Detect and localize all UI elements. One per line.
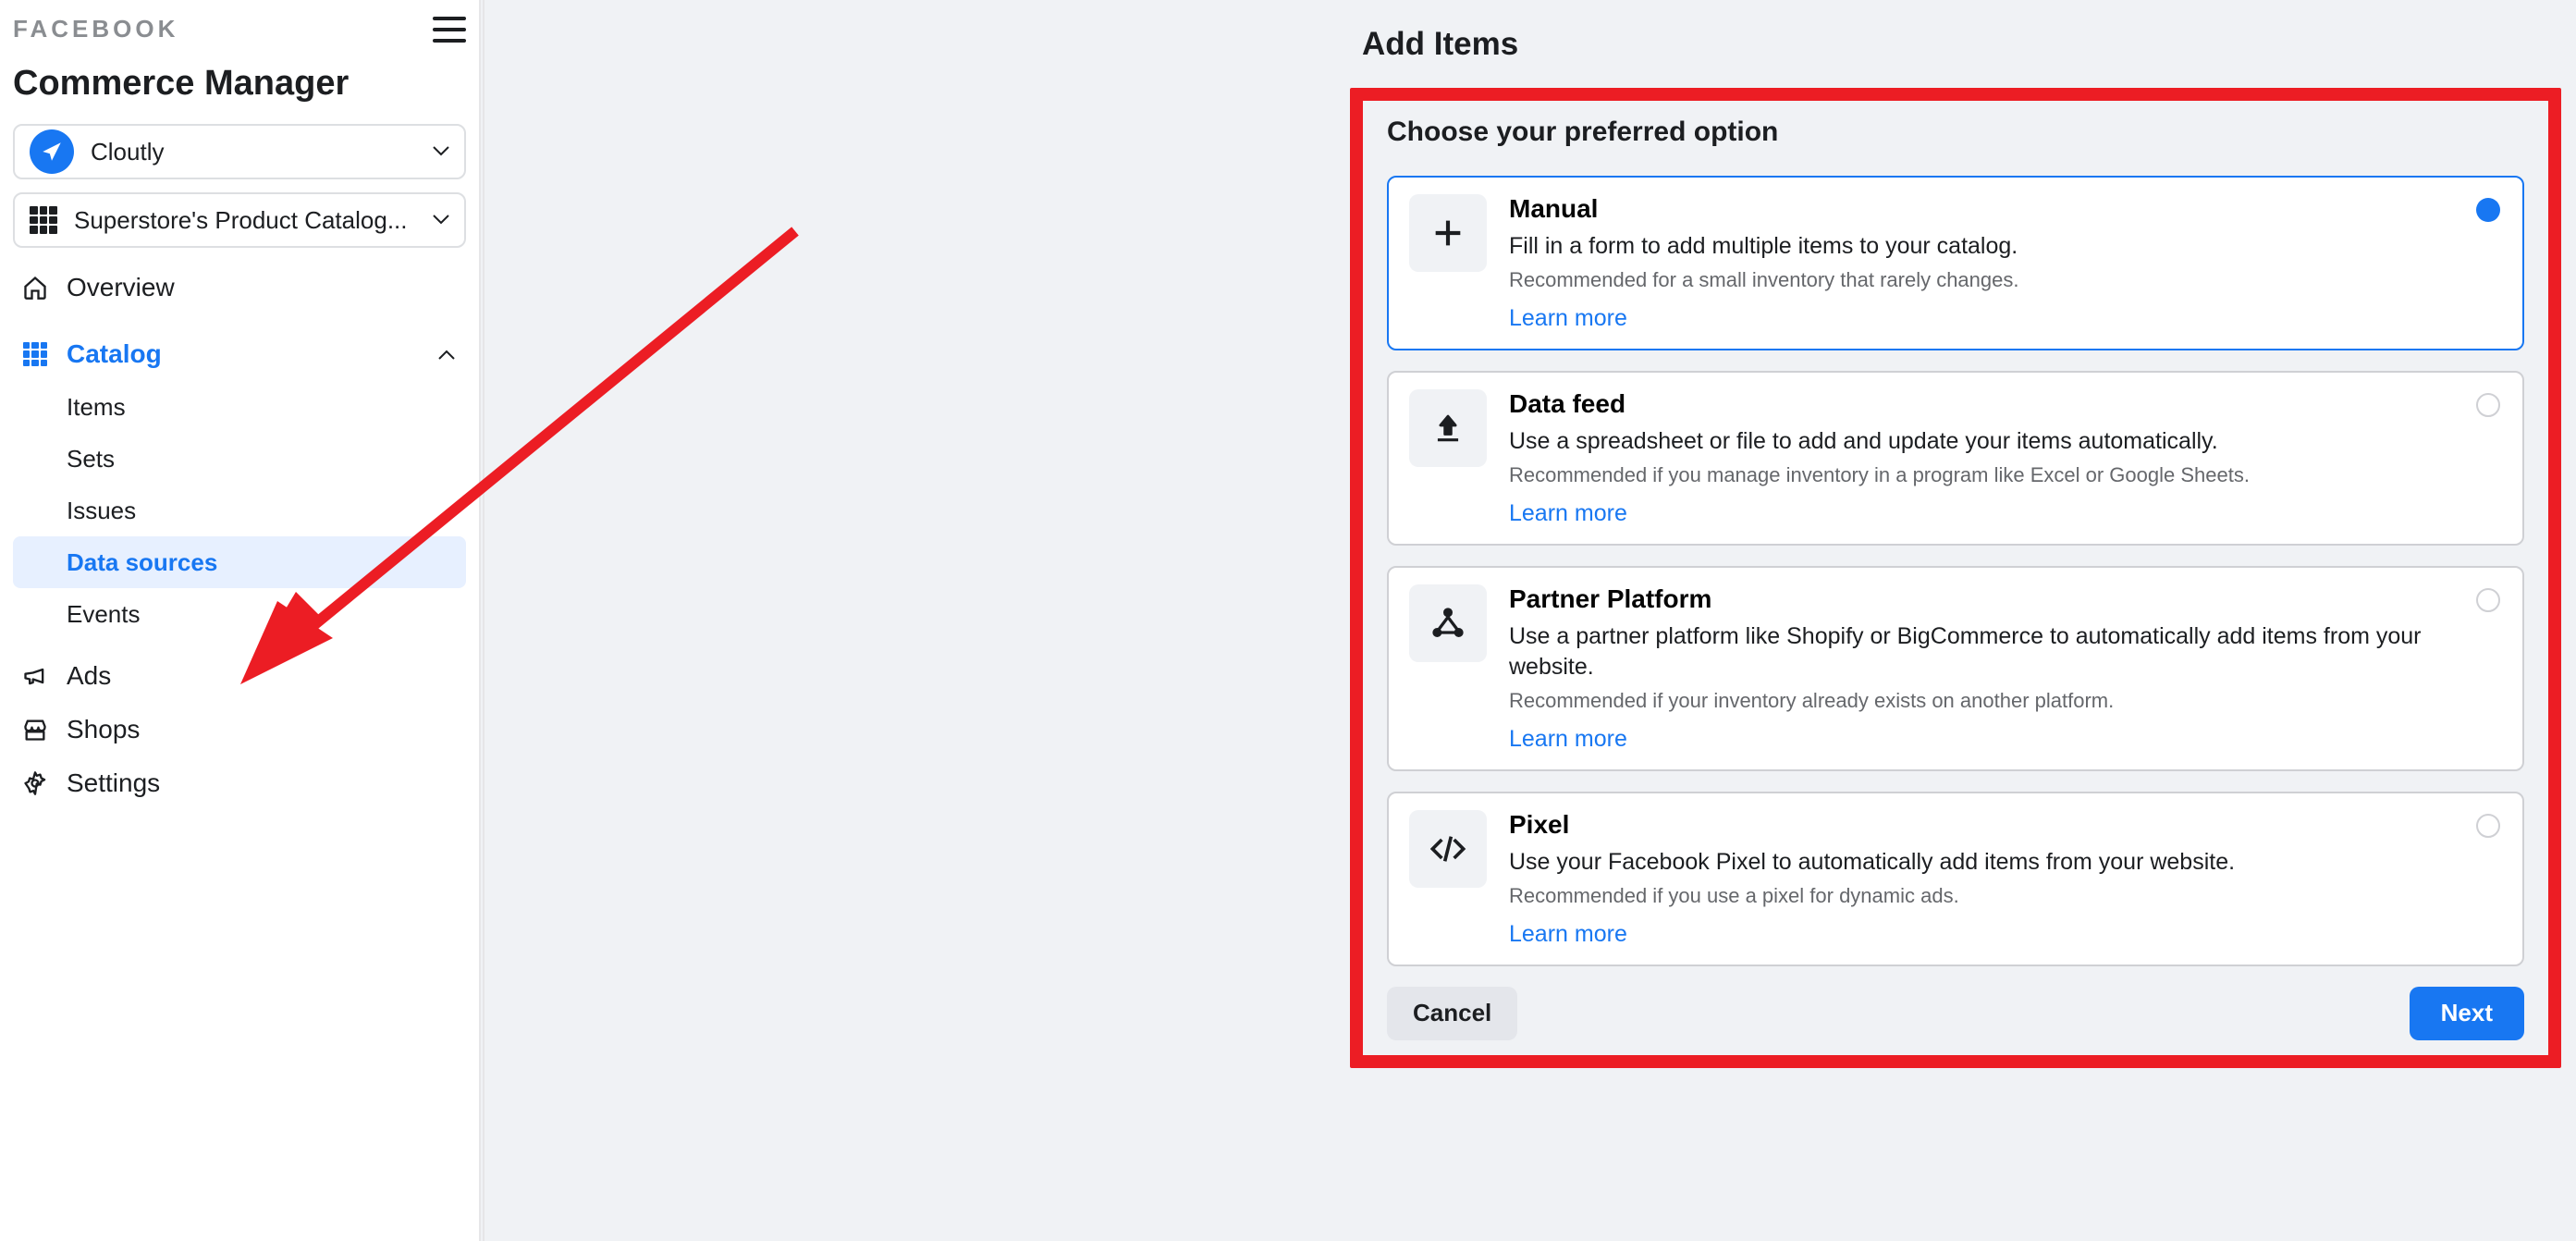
subnav-issues-label: Issues — [67, 497, 136, 525]
radio-unselected-icon — [2476, 588, 2500, 612]
next-button[interactable]: Next — [2410, 987, 2524, 1040]
business-avatar-icon — [30, 129, 74, 174]
dialog-panel: Choose your preferred option Manual Fill… — [1387, 117, 2524, 1040]
chevron-down-icon — [433, 146, 449, 157]
option-manual-rec: Recommended for a small inventory that r… — [1509, 268, 2502, 292]
option-feed-learn[interactable]: Learn more — [1509, 500, 1627, 527]
option-manual[interactable]: Manual Fill in a form to add multiple it… — [1387, 176, 2524, 350]
nav-settings-label: Settings — [67, 768, 160, 798]
nav-catalog-sub: Items Sets Issues Data sources Events — [13, 381, 466, 640]
radio-unselected-icon — [2476, 814, 2500, 838]
business-dropdown-label: Cloutly — [91, 138, 449, 166]
option-pixel[interactable]: Pixel Use your Facebook Pixel to automat… — [1387, 792, 2524, 966]
subnav-data-sources[interactable]: Data sources — [13, 536, 466, 588]
nav-ads[interactable]: Ads — [13, 649, 466, 703]
gear-icon — [20, 770, 50, 796]
facebook-brand: FACEBOOK — [13, 15, 178, 43]
dialog-title: Add Items — [1362, 26, 1518, 63]
business-dropdown[interactable]: Cloutly — [13, 124, 466, 179]
upload-icon — [1409, 389, 1487, 467]
subnav-events[interactable]: Events — [13, 588, 466, 640]
nav-overview-label: Overview — [67, 273, 175, 302]
option-feed-rec: Recommended if you manage inventory in a… — [1509, 463, 2502, 487]
option-pixel-title: Pixel — [1509, 810, 2502, 840]
option-pixel-learn[interactable]: Learn more — [1509, 921, 1627, 948]
nav-catalog[interactable]: Catalog — [13, 327, 466, 381]
plus-icon — [1409, 194, 1487, 272]
option-feed-title: Data feed — [1509, 389, 2502, 419]
subnav-events-label: Events — [67, 600, 141, 629]
hamburger-icon[interactable] — [433, 17, 466, 43]
shop-icon — [20, 717, 50, 743]
chevron-up-icon — [438, 349, 455, 360]
nav-overview[interactable]: Overview — [13, 261, 466, 314]
subnav-sets-label: Sets — [67, 445, 115, 473]
subnav-items[interactable]: Items — [13, 381, 466, 433]
radio-selected-icon — [2476, 198, 2500, 222]
nav-shops[interactable]: Shops — [13, 703, 466, 756]
sidebar: FACEBOOK Commerce Manager Cloutly Supers… — [0, 0, 481, 1241]
option-manual-title: Manual — [1509, 194, 2502, 224]
option-manual-learn[interactable]: Learn more — [1509, 305, 1627, 332]
subnav-issues[interactable]: Issues — [13, 485, 466, 536]
option-manual-desc: Fill in a form to add multiple items to … — [1509, 231, 2502, 263]
sidebar-header: FACEBOOK — [13, 15, 466, 49]
nav: Overview Catalog Items Sets Issues Data … — [13, 261, 466, 810]
subnav-data-sources-label: Data sources — [67, 548, 217, 577]
option-pixel-desc: Use your Facebook Pixel to automatically… — [1509, 847, 2502, 879]
nav-settings[interactable]: Settings — [13, 756, 466, 810]
nav-ads-label: Ads — [67, 661, 111, 691]
chevron-down-icon — [433, 215, 449, 226]
nav-catalog-label: Catalog — [67, 339, 162, 369]
option-feed-desc: Use a spreadsheet or file to add and upd… — [1509, 426, 2502, 458]
option-partner-desc: Use a partner platform like Shopify or B… — [1509, 621, 2502, 684]
subnav-sets[interactable]: Sets — [13, 433, 466, 485]
catalog-grid-icon — [30, 206, 57, 234]
grid-icon — [20, 342, 50, 366]
catalog-dropdown-label: Superstore's Product Catalog... — [74, 206, 449, 235]
megaphone-icon — [20, 663, 50, 689]
code-icon — [1409, 810, 1487, 888]
option-partner-rec: Recommended if your inventory already ex… — [1509, 689, 2502, 713]
dialog-button-row: Cancel Next — [1387, 987, 2524, 1040]
nav-shops-label: Shops — [67, 715, 140, 744]
partner-icon — [1409, 584, 1487, 662]
dialog-subtitle: Choose your preferred option — [1387, 117, 2524, 148]
option-pixel-rec: Recommended if you use a pixel for dynam… — [1509, 884, 2502, 908]
cancel-button[interactable]: Cancel — [1387, 987, 1517, 1040]
subnav-items-label: Items — [67, 393, 126, 422]
home-icon — [20, 275, 50, 301]
sidebar-divider — [483, 0, 485, 1241]
option-data-feed[interactable]: Data feed Use a spreadsheet or file to a… — [1387, 371, 2524, 546]
radio-unselected-icon — [2476, 393, 2500, 417]
catalog-dropdown[interactable]: Superstore's Product Catalog... — [13, 192, 466, 248]
option-partner-learn[interactable]: Learn more — [1509, 726, 1627, 753]
page-title: Commerce Manager — [13, 64, 466, 104]
option-partner-title: Partner Platform — [1509, 584, 2502, 614]
option-partner-platform[interactable]: Partner Platform Use a partner platform … — [1387, 566, 2524, 772]
